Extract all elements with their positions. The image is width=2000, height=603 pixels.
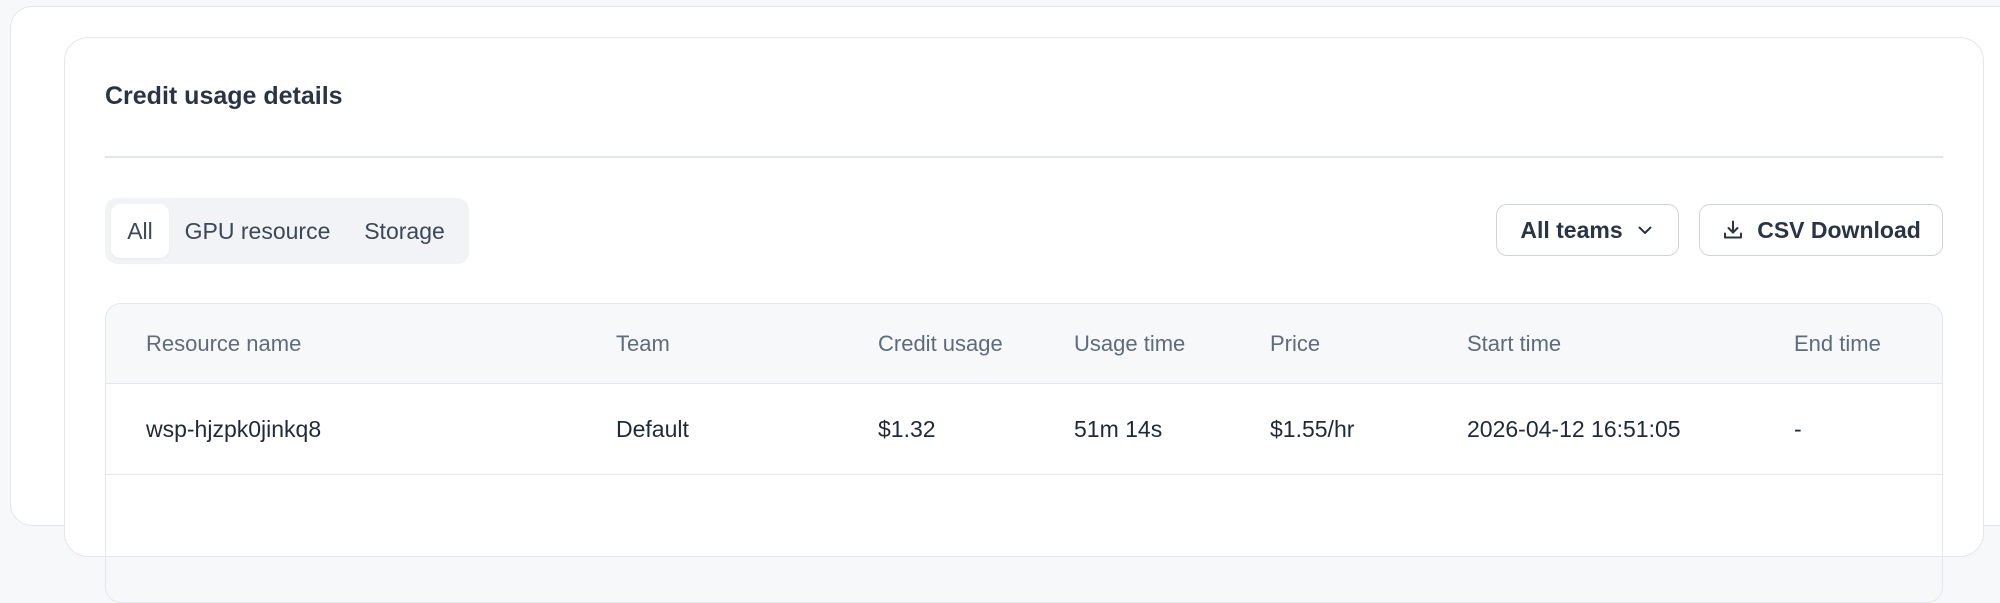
tab-gpu-resource[interactable]: GPU resource xyxy=(169,204,346,258)
column-header-team: Team xyxy=(616,330,670,356)
csv-download-button[interactable]: CSV Download xyxy=(1699,204,1943,256)
tab-all[interactable]: All xyxy=(111,204,169,258)
cell-credit-usage: $1.32 xyxy=(878,415,936,442)
csv-download-label: CSV Download xyxy=(1757,216,1921,243)
column-header-end-time: End time xyxy=(1794,330,1881,356)
cell-end-time: - xyxy=(1794,415,1802,442)
column-header-credit-usage: Credit usage xyxy=(878,330,1003,356)
cell-resource-name: wsp-hjzpk0jinkq8 xyxy=(146,415,322,442)
tab-storage[interactable]: Storage xyxy=(346,204,463,258)
credit-usage-table: Resource name Team Credit usage Usage ti… xyxy=(105,303,1943,603)
table-header: Resource name Team Credit usage Usage ti… xyxy=(106,304,1942,384)
cell-start-time: 2026-04-12 16:51:05 xyxy=(1467,415,1681,442)
column-header-resource-name: Resource name xyxy=(146,330,302,356)
team-select-label: All teams xyxy=(1520,216,1623,243)
cell-team: Default xyxy=(616,415,689,442)
resource-filter-tabs: All GPU resource Storage xyxy=(105,198,469,264)
credit-usage-card: Credit usage details All GPU resource St… xyxy=(64,37,1984,603)
column-header-start-time: Start time xyxy=(1467,330,1562,356)
column-header-usage-time: Usage time xyxy=(1074,330,1186,356)
title-divider xyxy=(105,156,1943,158)
card-title: Credit usage details xyxy=(105,82,343,110)
download-icon xyxy=(1721,218,1745,242)
team-select-dropdown[interactable]: All teams xyxy=(1496,204,1679,256)
cell-usage-time: 51m 14s xyxy=(1074,415,1163,442)
chevron-down-icon xyxy=(1635,220,1655,240)
column-header-price: Price xyxy=(1270,330,1321,356)
table-row[interactable]: wsp-hjzpk0jinkq8 Default $1.32 51m 14s $… xyxy=(106,384,1942,475)
cell-price: $1.55/hr xyxy=(1270,415,1355,442)
